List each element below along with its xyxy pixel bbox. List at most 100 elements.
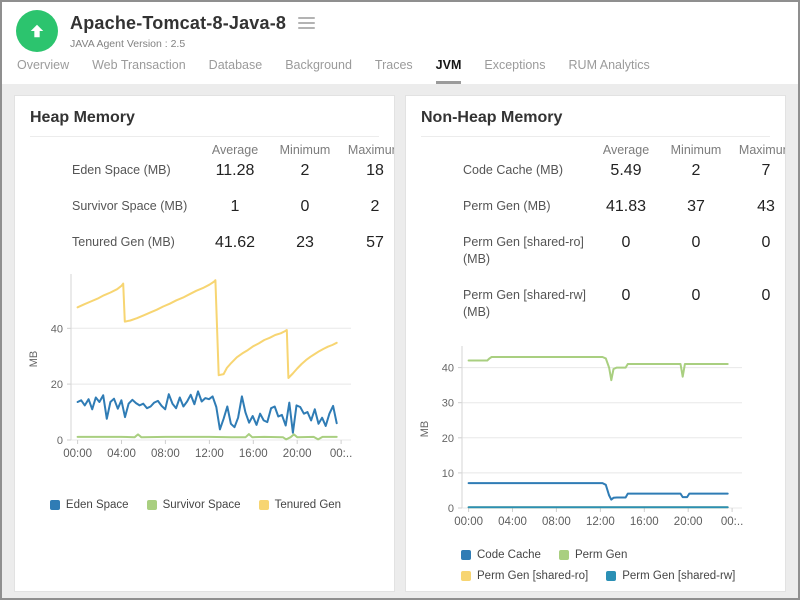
metric-label: Perm Gen [shared-rw] (MB) [421,287,591,321]
metric-maximum: 43 [731,198,786,215]
series-perm-gen [469,357,728,380]
metric-label: Survivor Space (MB) [30,198,200,215]
series-survivor-space [78,434,337,439]
metric-average: 0 [591,234,661,251]
series-code-cache [469,483,728,500]
non-heap-chart: 01020304000:0004:0008:0012:0016:0020:000… [412,340,785,541]
y-tick-label: 0 [57,435,63,447]
x-tick-label: 08:00 [542,516,571,528]
legend-swatch [50,500,60,510]
y-tick-label: 40 [442,363,454,375]
legend-item[interactable]: Survivor Space [147,499,241,511]
tab-traces[interactable]: Traces [375,58,413,84]
legend-swatch [461,550,471,560]
legend-label: Perm Gen [shared-ro] [477,570,588,582]
metric-average: 5.49 [591,162,661,179]
table-row: Perm Gen (MB)41.833743 [406,198,785,215]
legend-item[interactable]: Perm Gen [shared-ro] [461,570,588,582]
metric-minimum: 2 [270,162,340,179]
table-row: Tenured Gen (MB)41.622357 [15,234,394,251]
tab-web-transaction[interactable]: Web Transaction [92,58,186,84]
tab-bar: Overview Web Transaction Database Backgroun… [2,52,798,84]
app-window: Apache-Tomcat-8-Java-8 JAVA Agent Versio… [0,0,800,600]
tab-background[interactable]: Background [285,58,352,84]
metric-label: Perm Gen (MB) [421,198,591,215]
metric-maximum: 57 [340,234,395,251]
x-tick-label: 12:00 [586,516,615,528]
metric-minimum: 0 [661,234,731,251]
legend-swatch [259,500,269,510]
monitor-status-badge [16,10,58,52]
panel-divider [421,136,770,137]
y-axis-label: MB [28,351,40,368]
metric-minimum: 0 [270,198,340,215]
series-eden-space [78,391,337,432]
heap-chart-legend: Eden Space Survivor Space Tenured Gen [15,499,394,520]
tab-database[interactable]: Database [209,58,263,84]
metric-label: Code Cache (MB) [421,162,591,179]
y-tick-label: 20 [442,433,454,445]
legend-label: Eden Space [66,499,129,511]
panel-heap-memory: Heap Memory AverageMinimumMaximumEden Sp… [14,95,395,592]
non-heap-chart-legend: Code Cache Perm Gen Perm Gen [shared-ro] Pe… [461,549,761,591]
metric-average: 0 [591,287,661,304]
metric-label: Perm Gen [shared-ro] (MB) [421,234,591,268]
tab-overview[interactable]: Overview [17,58,69,84]
y-tick-label: 10 [442,468,454,480]
x-tick-label: 20:00 [674,516,703,528]
monitor-title: Apache-Tomcat-8-Java-8 [70,13,286,34]
legend-item[interactable]: Code Cache [461,549,541,561]
table-row: Code Cache (MB)5.4927 [406,162,785,179]
metric-label: Tenured Gen (MB) [30,234,200,251]
y-tick-label: 20 [51,379,63,391]
legend-item[interactable]: Eden Space [50,499,129,511]
metric-maximum: 7 [731,162,786,179]
heap-metrics-table: AverageMinimumMaximumEden Space (MB)11.2… [15,143,394,251]
panel-title: Heap Memory [30,109,379,127]
legend-item[interactable]: Perm Gen [559,549,627,561]
legend-label: Perm Gen [shared-rw] [622,570,735,582]
y-tick-label: 0 [448,503,454,515]
non-heap-metrics-table: AverageMinimumMaximum Code Cache (MB)5.49… [406,143,785,321]
x-tick-label: 04:00 [498,516,527,528]
metric-maximum: 18 [340,162,395,179]
content-area: Heap Memory AverageMinimumMaximumEden Sp… [2,84,798,600]
tab-exceptions[interactable]: Exceptions [484,58,545,84]
column-header: Average [200,143,270,157]
column-header: Maximum [731,143,786,157]
metric-average: 11.28 [200,162,270,179]
heap-chart: 0204000:0004:0008:0012:0016:0020:0000:..… [21,270,394,475]
monitor-header: Apache-Tomcat-8-Java-8 JAVA Agent Versio… [2,2,798,52]
x-tick-label: 00:.. [330,448,352,460]
up-arrow-icon [27,21,47,41]
legend-label: Perm Gen [575,549,627,561]
tab-rum-analytics[interactable]: RUM Analytics [569,58,650,84]
metric-maximum: 0 [731,234,786,251]
title-block: Apache-Tomcat-8-Java-8 JAVA Agent Versio… [70,10,315,50]
column-header: Maximum [340,143,395,157]
column-header: Average [591,143,661,157]
tab-jvm[interactable]: JVM [436,58,462,84]
table-row: Eden Space (MB)11.28218 [15,162,394,179]
legend-swatch [606,571,616,581]
metric-average: 1 [200,198,270,215]
legend-label: Code Cache [477,549,541,561]
table-row: Survivor Space (MB)102 [15,198,394,215]
agent-version-label: JAVA Agent Version : 2.5 [70,38,315,50]
hamburger-menu-icon[interactable] [298,12,315,34]
metric-minimum: 23 [270,234,340,251]
legend-item[interactable]: Tenured Gen [259,499,342,511]
legend-swatch [559,550,569,560]
panel-non-heap-memory: Non-Heap Memory AverageMinimumMaximumCod… [405,95,786,592]
legend-label: Survivor Space [163,499,241,511]
x-tick-label: 00:.. [721,516,743,528]
metric-maximum: 2 [340,198,395,215]
legend-item[interactable]: Perm Gen [shared-rw] [606,570,735,582]
x-tick-label: 12:00 [195,448,224,460]
panel-divider [30,136,379,137]
table-header-row: AverageMinimumMaximum [406,143,785,157]
y-axis-label: MB [419,421,431,438]
x-tick-label: 16:00 [239,448,268,460]
column-header: Minimum [661,143,731,157]
x-tick-label: 08:00 [151,448,180,460]
